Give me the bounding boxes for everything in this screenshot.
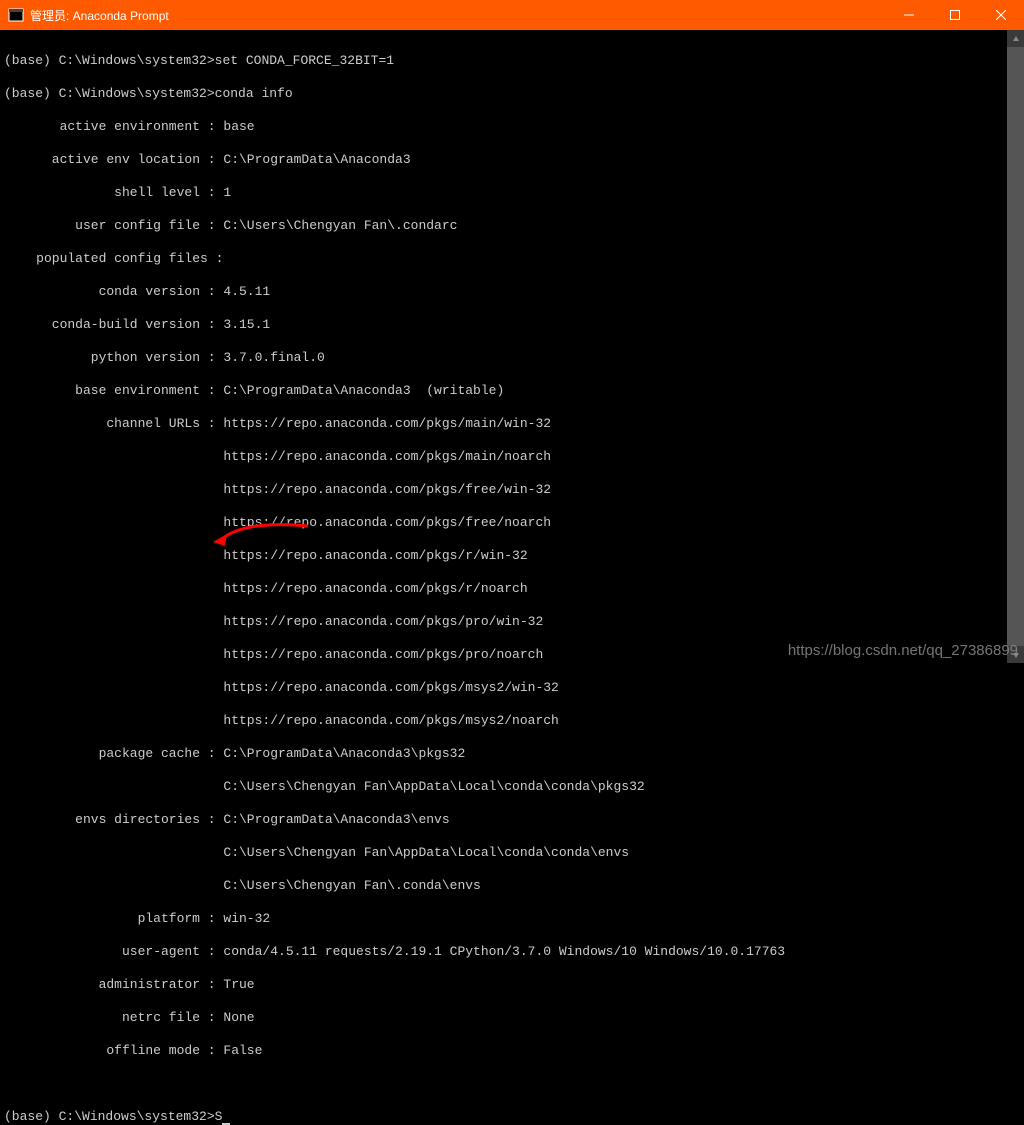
minimize-button[interactable] [886,0,932,30]
info-row: https://repo.anaconda.com/pkgs/r/win-32 [4,548,1003,565]
info-row: administrator : True [4,977,1003,994]
cursor-icon [222,1112,230,1125]
scroll-thumb[interactable] [1007,47,1024,646]
info-row: conda-build version : 3.15.1 [4,317,1003,334]
info-row: offline mode : False [4,1043,1003,1060]
terminal-output[interactable]: (base) C:\Windows\system32>set CONDA_FOR… [0,30,1007,663]
info-row: https://repo.anaconda.com/pkgs/msys2/noa… [4,713,1003,730]
info-row: C:\Users\Chengyan Fan\AppData\Local\cond… [4,779,1003,796]
window-titlebar: 管理员: Anaconda Prompt [0,0,1024,30]
info-row: C:\Users\Chengyan Fan\AppData\Local\cond… [4,845,1003,862]
info-row: https://repo.anaconda.com/pkgs/r/noarch [4,581,1003,598]
terminal-area: (base) C:\Windows\system32>set CONDA_FOR… [0,30,1024,663]
info-row: https://repo.anaconda.com/pkgs/main/noar… [4,449,1003,466]
info-row: package cache : C:\ProgramData\Anaconda3… [4,746,1003,763]
info-row: https://repo.anaconda.com/pkgs/free/win-… [4,482,1003,499]
info-row: envs directories : C:\ProgramData\Anacon… [4,812,1003,829]
info-row: populated config files : [4,251,1003,268]
info-row: platform : win-32 [4,911,1003,928]
info-row: shell level : 1 [4,185,1003,202]
info-row: conda version : 4.5.11 [4,284,1003,301]
info-row: channel URLs : https://repo.anaconda.com… [4,416,1003,433]
info-row: https://repo.anaconda.com/pkgs/pro/win-3… [4,614,1003,631]
info-row: active env location : C:\ProgramData\Ana… [4,152,1003,169]
watermark-text: https://blog.csdn.net/qq_27386899 [788,642,1018,659]
vertical-scrollbar[interactable] [1007,30,1024,663]
info-row: https://repo.anaconda.com/pkgs/msys2/win… [4,680,1003,697]
info-row: user config file : C:\Users\Chengyan Fan… [4,218,1003,235]
prompt-line: (base) C:\Windows\system32>S [4,1109,230,1124]
prompt-line: (base) C:\Windows\system32>conda info [4,86,293,101]
info-row: user-agent : conda/4.5.11 requests/2.19.… [4,944,1003,961]
app-icon [8,7,24,23]
maximize-button[interactable] [932,0,978,30]
scroll-track[interactable] [1007,47,1024,646]
info-row: base environment : C:\ProgramData\Anacon… [4,383,1003,400]
close-button[interactable] [978,0,1024,30]
prompt-line: (base) C:\Windows\system32>set CONDA_FOR… [4,53,394,68]
scroll-up-icon[interactable] [1007,30,1024,47]
info-row: netrc file : None [4,1010,1003,1027]
info-row: active environment : base [4,119,1003,136]
info-row: https://repo.anaconda.com/pkgs/free/noar… [4,515,1003,532]
info-row: python version : 3.7.0.final.0 [4,350,1003,367]
window-title: 管理员: Anaconda Prompt [30,7,886,24]
info-row: C:\Users\Chengyan Fan\.conda\envs [4,878,1003,895]
